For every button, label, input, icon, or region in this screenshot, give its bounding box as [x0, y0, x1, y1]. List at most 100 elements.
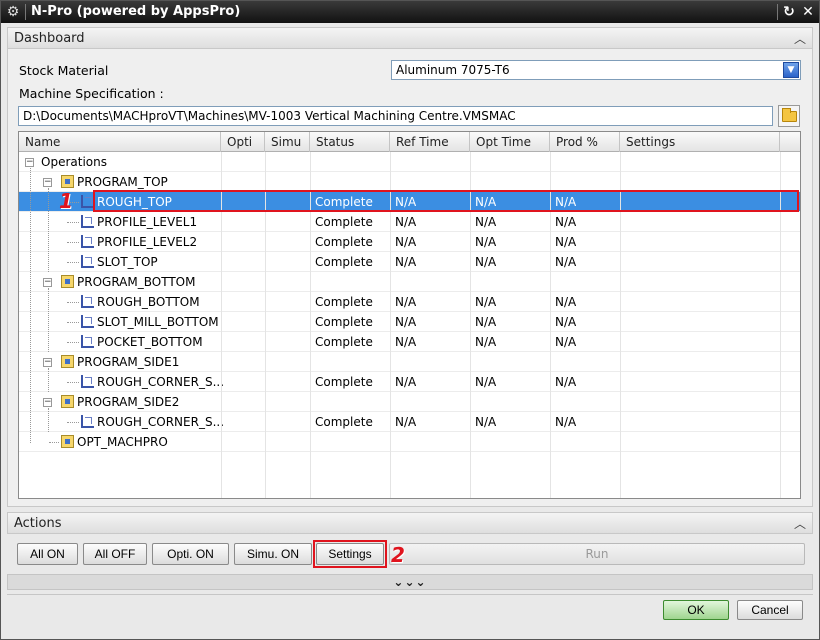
- cell-prod: N/A: [555, 335, 577, 349]
- table-row[interactable]: ROUGH_BOTTOM Complete N/A N/A N/A: [19, 292, 800, 312]
- all-on-button[interactable]: All ON: [17, 543, 78, 565]
- cell-status: Complete: [315, 335, 373, 349]
- dashboard-header[interactable]: Dashboard ︿: [7, 27, 813, 49]
- table-row[interactable]: − Operations: [19, 152, 800, 172]
- tree-connector: [67, 322, 79, 323]
- row-name: PROFILE_LEVEL2: [97, 235, 198, 249]
- npro-window: ⚙ N-Pro (powered by AppsPro) ↻ ✕ Dashboa…: [0, 0, 820, 640]
- folder-icon: [782, 108, 797, 122]
- close-icon[interactable]: ✕: [799, 3, 817, 21]
- cancel-button[interactable]: Cancel: [737, 600, 803, 620]
- cell-prod: N/A: [555, 255, 577, 269]
- cell-opt: N/A: [475, 375, 497, 389]
- row-name: PROFILE_LEVEL1: [97, 215, 198, 229]
- column-header-name[interactable]: Name: [19, 132, 221, 152]
- row-name: PROGRAM_SIDE2: [77, 395, 180, 409]
- operation-icon: [81, 255, 94, 268]
- cell-ref: N/A: [395, 415, 417, 429]
- table-row[interactable]: PROFILE_LEVEL1 Complete N/A N/A N/A: [19, 212, 800, 232]
- chevron-down-icon[interactable]: ▼: [783, 62, 799, 78]
- operation-icon: [81, 375, 94, 388]
- table-row[interactable]: OPT_MACHPRO: [19, 432, 800, 452]
- table-row[interactable]: ROUGH_CORNER_S... Complete N/A N/A N/A: [19, 412, 800, 432]
- machine-spec-label: Machine Specification :: [19, 86, 164, 101]
- expand-more-icon[interactable]: ⌄⌄⌄: [7, 574, 813, 590]
- cell-prod: N/A: [555, 235, 577, 249]
- column-header-prod[interactable]: Prod %: [550, 132, 620, 152]
- tree-connector: [67, 222, 79, 223]
- row-name: Operations: [41, 155, 107, 169]
- table-row[interactable]: POCKET_BOTTOM Complete N/A N/A N/A: [19, 332, 800, 352]
- table-header: Name Opti Simu Status Ref Time Opt Time …: [19, 132, 800, 152]
- cell-ref: N/A: [395, 235, 417, 249]
- cell-ref: N/A: [395, 255, 417, 269]
- column-header-opt-time[interactable]: Opt Time: [470, 132, 550, 152]
- collapse-icon[interactable]: −: [43, 278, 52, 287]
- cell-status: Complete: [315, 415, 373, 429]
- table-row[interactable]: − PROGRAM_BOTTOM: [19, 272, 800, 292]
- chevron-up-icon[interactable]: ︿: [794, 515, 806, 532]
- collapse-icon[interactable]: −: [43, 358, 52, 367]
- column-header-simu[interactable]: Simu: [265, 132, 310, 152]
- actions-title: Actions: [14, 516, 62, 531]
- table-row[interactable]: SLOT_TOP Complete N/A N/A N/A: [19, 252, 800, 272]
- reset-icon[interactable]: ↻: [780, 3, 798, 21]
- cell-prod: N/A: [555, 375, 577, 389]
- tree-connector: [48, 288, 49, 352]
- callout-number-2: 2: [391, 543, 405, 567]
- title-bar: ⚙ N-Pro (powered by AppsPro) ↻ ✕: [1, 1, 819, 23]
- cell-opt: N/A: [475, 215, 497, 229]
- collapse-icon[interactable]: −: [43, 398, 52, 407]
- table-row[interactable]: SLOT_MILL_BOTTOM Complete N/A N/A N/A: [19, 312, 800, 332]
- actions-header[interactable]: Actions ︿: [7, 512, 813, 534]
- cell-status: Complete: [315, 215, 373, 229]
- row-name: POCKET_BOTTOM: [97, 335, 203, 349]
- cell-status: Complete: [315, 255, 373, 269]
- tree-connector: [48, 188, 49, 272]
- row-name: OPT_MACHPRO: [77, 435, 168, 449]
- column-header-settings[interactable]: Settings: [620, 132, 780, 152]
- program-group-icon: [61, 275, 74, 288]
- gear-icon[interactable]: ⚙: [5, 4, 21, 20]
- cell-prod: N/A: [555, 415, 577, 429]
- window-title: N-Pro (powered by AppsPro): [31, 4, 241, 19]
- ok-button[interactable]: OK: [663, 600, 729, 620]
- cell-prod: N/A: [555, 215, 577, 229]
- row-name: ROUGH_CORNER_S...: [97, 375, 225, 389]
- cell-status: Complete: [315, 315, 373, 329]
- stock-material-select[interactable]: Aluminum 7075-T6 ▼: [391, 60, 801, 80]
- column-header-ref-time[interactable]: Ref Time: [390, 132, 470, 152]
- row-name: ROUGH_BOTTOM: [97, 295, 200, 309]
- collapse-icon[interactable]: −: [43, 178, 52, 187]
- operations-tree-table[interactable]: Name Opti Simu Status Ref Time Opt Time …: [18, 131, 801, 499]
- browse-button[interactable]: [778, 105, 800, 127]
- operation-icon: [81, 295, 94, 308]
- collapse-icon[interactable]: −: [25, 158, 34, 167]
- row-name: SLOT_TOP: [97, 255, 158, 269]
- row-name: PROGRAM_BOTTOM: [77, 275, 196, 289]
- table-row[interactable]: ROUGH_CORNER_S... Complete N/A N/A N/A: [19, 372, 800, 392]
- column-header-status[interactable]: Status: [310, 132, 390, 152]
- cell-ref: N/A: [395, 375, 417, 389]
- program-group-icon: [61, 175, 74, 188]
- cell-status: Complete: [315, 375, 373, 389]
- table-row[interactable]: PROFILE_LEVEL2 Complete N/A N/A N/A: [19, 232, 800, 252]
- opti-on-button[interactable]: Opti. ON: [152, 543, 229, 565]
- table-row[interactable]: − PROGRAM_SIDE1: [19, 352, 800, 372]
- column-header-opti[interactable]: Opti: [221, 132, 265, 152]
- table-row[interactable]: − PROGRAM_SIDE2: [19, 392, 800, 412]
- row-name: PROGRAM_TOP: [77, 175, 168, 189]
- run-button[interactable]: Run: [389, 543, 805, 565]
- dashboard-title: Dashboard: [14, 31, 85, 46]
- machine-spec-input[interactable]: D:\Documents\MACHproVT\Machines\MV-1003 …: [18, 106, 773, 126]
- row-name: PROGRAM_SIDE1: [77, 355, 180, 369]
- highlight-rough-top: [93, 190, 799, 212]
- row-name: SLOT_MILL_BOTTOM: [97, 315, 219, 329]
- chevron-up-icon[interactable]: ︿: [794, 30, 806, 47]
- callout-number-1: 1: [59, 189, 73, 213]
- operation-icon: [81, 415, 94, 428]
- table-row[interactable]: − PROGRAM_TOP: [19, 172, 800, 192]
- tree-connector: [67, 302, 79, 303]
- simu-on-button[interactable]: Simu. ON: [234, 543, 312, 565]
- all-off-button[interactable]: All OFF: [83, 543, 147, 565]
